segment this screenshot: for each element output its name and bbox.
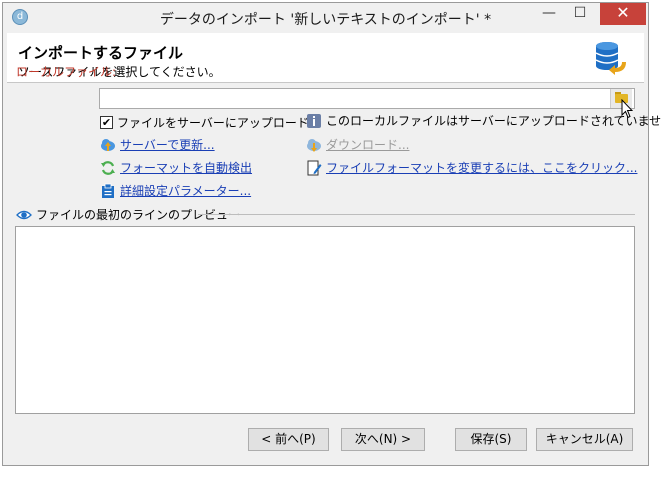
local-file-path-input[interactable] <box>99 88 635 109</box>
page-title: インポートするファイル <box>18 44 184 62</box>
cancel-button[interactable]: キャンセル(A) <box>536 428 633 451</box>
advanced-params-label[interactable]: 詳細設定パラメーター... <box>120 182 251 199</box>
info-icon <box>307 113 321 128</box>
download-label[interactable]: ダウンロード... <box>326 136 409 153</box>
upload-status-text: このローカルファイルはサーバーにアップロードされていません <box>326 114 661 128</box>
maximize-button[interactable]: ☐ <box>566 3 594 25</box>
auto-detect-format-label[interactable]: フォーマットを自動検出 <box>120 159 252 176</box>
upload-to-server-option[interactable]: ✔ ファイルをサーバーにアップロード <box>100 114 309 131</box>
auto-detect-format-link[interactable]: フォーマットを自動検出 <box>100 159 252 176</box>
previous-button[interactable]: < 前へ(P) <box>248 428 329 451</box>
update-on-server-label[interactable]: サーバーで更新... <box>120 136 215 153</box>
edit-document-icon <box>307 160 322 175</box>
upload-checkbox[interactable]: ✔ <box>100 116 113 129</box>
advanced-params-link[interactable]: 詳細設定パラメーター... <box>100 182 251 199</box>
update-on-server-link[interactable]: サーバーで更新... <box>100 136 215 153</box>
close-button[interactable]: ✕ <box>600 3 646 25</box>
next-button[interactable]: 次へ(N) > <box>341 428 425 451</box>
upload-status-info: このローカルファイルはサーバーにアップロードされていません <box>306 112 661 129</box>
local-file-label: ローカルファイル: <box>16 65 117 79</box>
cloud-download-icon <box>307 138 321 152</box>
clipboard-icon <box>102 183 114 198</box>
database-import-icon <box>595 42 626 75</box>
preview-divider <box>198 214 635 215</box>
refresh-icon <box>101 160 115 175</box>
preview-text-area[interactable] <box>15 226 635 414</box>
window-title: データのインポート '新しいテキストのインポート' * <box>159 12 492 28</box>
change-format-label[interactable]: ファイルフォーマットを変更するには、ここをクリック... <box>326 159 637 176</box>
save-button[interactable]: 保存(S) <box>455 428 527 451</box>
change-format-link[interactable]: ファイルフォーマットを変更するには、ここをクリック... <box>306 159 637 176</box>
cloud-upload-icon <box>101 138 115 151</box>
title-bar[interactable]: d データのインポート '新しいテキストのインポート' * — ☐ ✕ <box>3 3 648 31</box>
download-link[interactable]: ダウンロード... <box>306 136 409 153</box>
eye-icon <box>16 210 32 219</box>
minimize-button[interactable]: — <box>535 3 563 25</box>
upload-checkbox-label: ファイルをサーバーにアップロード <box>117 116 309 130</box>
app-logo-icon: d <box>12 9 28 25</box>
